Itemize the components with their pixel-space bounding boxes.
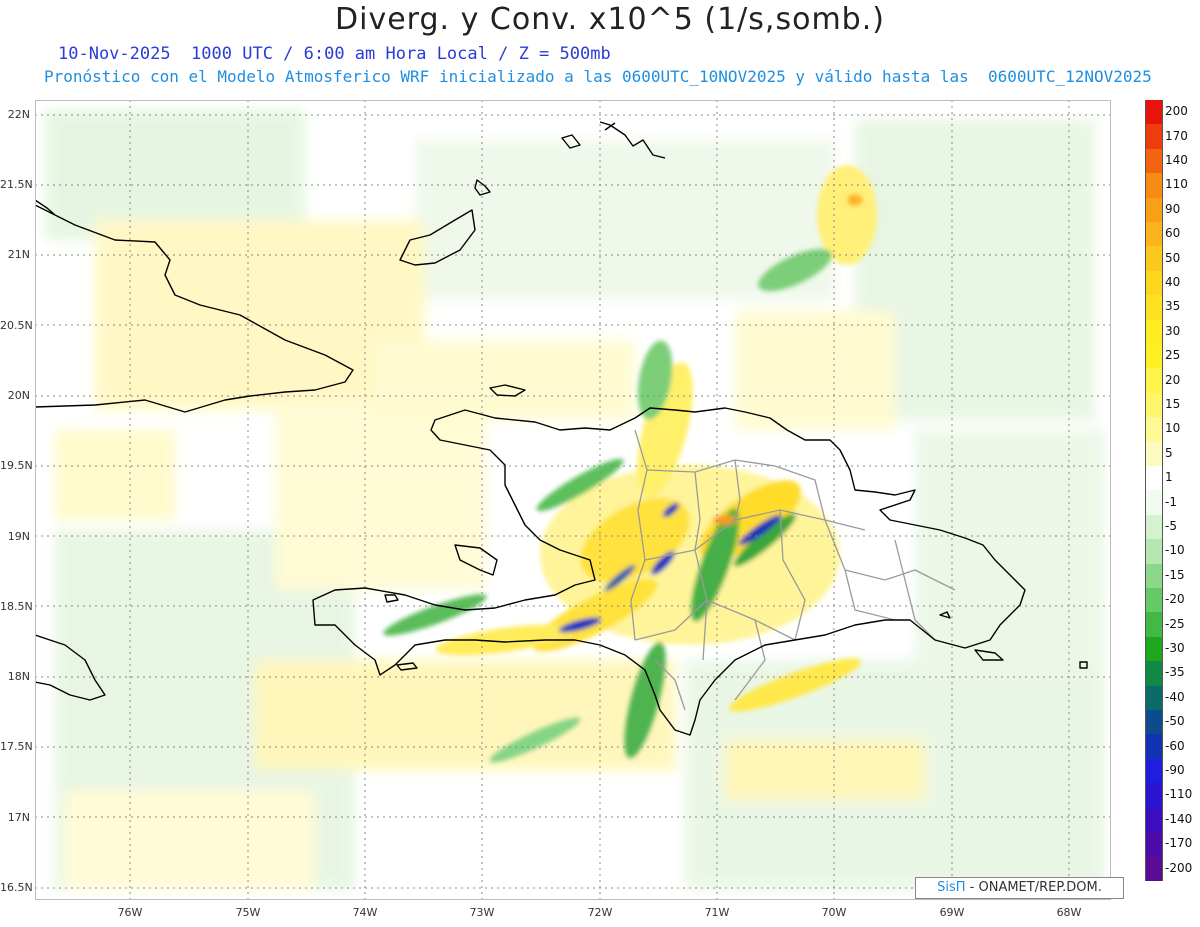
colorbar-swatch — [1145, 588, 1163, 613]
lat-label: 17.5N — [0, 740, 33, 753]
colorbar-label: 50 — [1165, 250, 1181, 265]
colorbar-swatch — [1145, 832, 1163, 857]
colorbar-swatch — [1145, 685, 1163, 711]
lon-label: 68W — [1056, 906, 1082, 919]
colorbar-swatch — [1145, 148, 1163, 174]
colorbar-label: 140 — [1165, 153, 1188, 167]
colorbar-label: 60 — [1165, 226, 1181, 241]
colorbar-swatch — [1145, 710, 1163, 735]
lat-label: 20N — [7, 389, 30, 402]
colorbar-label: -200 — [1165, 860, 1193, 875]
colorbar-label: 25 — [1165, 348, 1181, 363]
colorbar-label: -5 — [1165, 519, 1177, 533]
colorbar-swatch — [1145, 197, 1163, 223]
map-title: Diverg. y Conv. x10^5 (1/s,somb.) — [335, 2, 885, 37]
colorbar-swatch — [1145, 368, 1163, 394]
colorbar-label: -50 — [1165, 714, 1185, 729]
colorbar-swatch — [1145, 246, 1163, 272]
colorbar-swatch — [1145, 734, 1163, 760]
colorbar-swatch — [1145, 539, 1163, 565]
colorbar-swatch — [1145, 758, 1163, 784]
colorbar-swatch — [1145, 173, 1163, 199]
colorbar-swatch — [1145, 466, 1163, 491]
lon-label: 72W — [587, 906, 613, 919]
colorbar-label: -140 — [1165, 811, 1193, 826]
colorbar-swatch — [1145, 270, 1163, 296]
colorbar-label: 5 — [1165, 445, 1173, 460]
colorbar-label: -110 — [1165, 787, 1193, 802]
colorbar-label: -1 — [1165, 494, 1177, 509]
valid-time-subtitle: 10-Nov-2025 1000 UTC / 6:00 am Hora Loca… — [58, 44, 611, 64]
colorbar-swatch — [1145, 661, 1163, 687]
colorbar-swatch — [1145, 319, 1163, 345]
lat-label: 20.5N — [0, 319, 33, 332]
lat-label: 16.5N — [0, 881, 33, 894]
colorbar-swatch — [1145, 392, 1163, 418]
credit-text: - ONAMET/REP.DOM. — [965, 880, 1102, 895]
lat-label: 21.5N — [0, 178, 33, 191]
colorbar-swatch — [1145, 612, 1163, 638]
colorbar-label: 30 — [1165, 323, 1181, 338]
lon-label: 75W — [235, 906, 261, 919]
lat-label: 17N — [7, 811, 30, 824]
colorbar-swatch — [1145, 295, 1163, 321]
colorbar-swatch — [1145, 856, 1163, 882]
colorbar-label: -30 — [1165, 641, 1185, 655]
lat-label: 19N — [7, 530, 30, 543]
lat-label: 19.5N — [0, 459, 33, 472]
lon-label: 74W — [352, 906, 378, 919]
colorbar-swatch — [1145, 563, 1163, 589]
colorbar-label: -40 — [1165, 689, 1185, 704]
colorbar-label: 10 — [1165, 421, 1181, 436]
credit-box: SisΠ - ONAMET/REP.DOM. — [915, 877, 1124, 899]
colorbar-label: 110 — [1165, 177, 1188, 192]
lon-label: 73W — [469, 906, 495, 919]
colorbar-label: -90 — [1165, 763, 1185, 777]
colorbar-label: 200 — [1165, 104, 1188, 119]
lon-label: 69W — [939, 906, 965, 919]
lon-label: 76W — [117, 906, 143, 919]
colorbar-label: 40 — [1165, 275, 1181, 289]
colorbar-swatch — [1145, 124, 1163, 150]
divergence-map — [35, 100, 1111, 900]
colorbar-label: -10 — [1165, 543, 1185, 558]
colorbar-label: 35 — [1165, 299, 1181, 314]
sistpi-logo: SisΠ — [937, 880, 966, 895]
colorbar-label: -170 — [1165, 836, 1193, 851]
lat-label: 18.5N — [0, 600, 33, 613]
lon-label: 71W — [704, 906, 730, 919]
colorbar-swatch — [1145, 783, 1163, 809]
colorbar-label: -25 — [1165, 616, 1185, 631]
colorbar-swatch — [1145, 344, 1163, 369]
colorbar-swatch — [1145, 417, 1163, 443]
colorbar-label: -20 — [1165, 592, 1185, 607]
lat-label: 22N — [7, 108, 30, 121]
lat-label: 18N — [7, 670, 30, 683]
colorbar-swatch — [1145, 441, 1163, 467]
colorbar-label: 20 — [1165, 372, 1181, 387]
colorbar-swatch — [1145, 490, 1163, 516]
lat-label: 21N — [7, 248, 30, 261]
colorbar-swatch — [1145, 100, 1163, 125]
colorbar-label: 170 — [1165, 128, 1188, 143]
colorbar-label: 90 — [1165, 201, 1181, 216]
colorbar-label: -15 — [1165, 567, 1185, 582]
colorbar-swatch — [1145, 807, 1163, 833]
colorbar-label: -60 — [1165, 738, 1185, 753]
colorbar-label: 1 — [1165, 470, 1173, 485]
colorbar-label: -35 — [1165, 665, 1185, 680]
model-run-subtitle: Pronóstico con el Modelo Atmosferico WRF… — [44, 67, 1152, 86]
lon-label: 70W — [821, 906, 847, 919]
colorbar-swatch — [1145, 514, 1163, 540]
colorbar-label: 15 — [1165, 397, 1181, 411]
colorbar-swatch — [1145, 636, 1163, 662]
colorbar-swatch — [1145, 222, 1163, 247]
